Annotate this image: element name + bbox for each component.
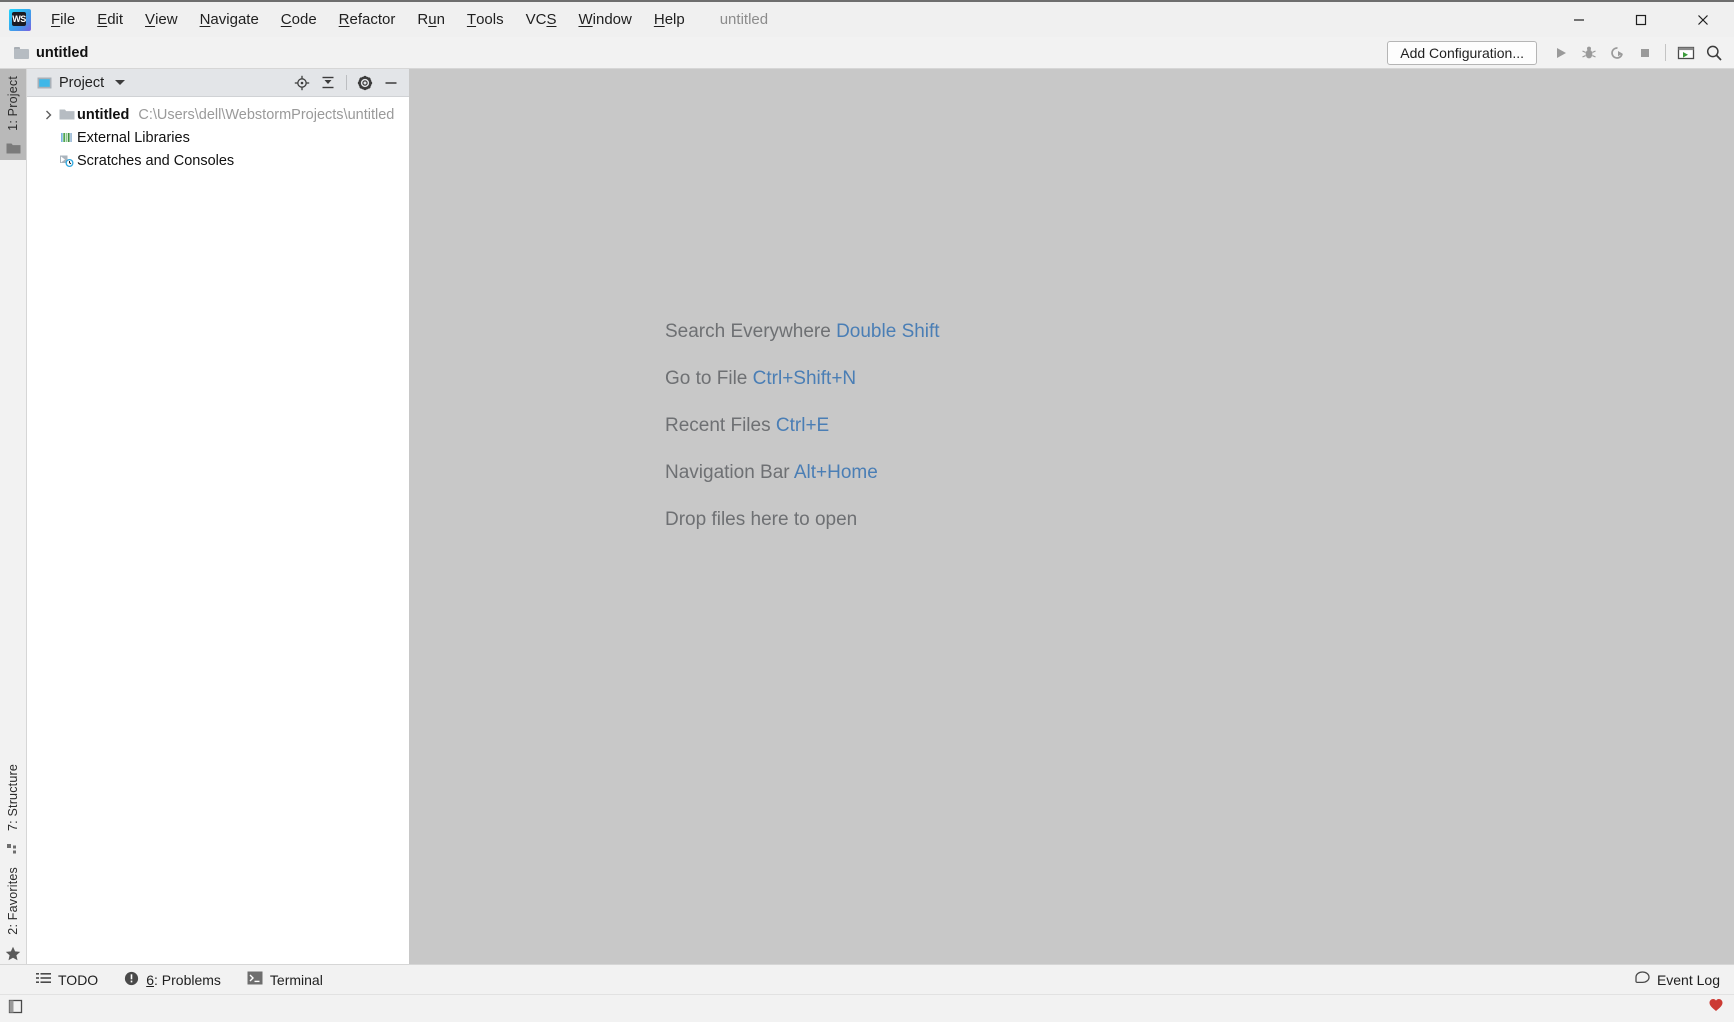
terminal-icon [247,971,263,988]
close-button[interactable] [1672,2,1734,37]
open-console-button[interactable] [1672,40,1700,66]
event-log-label: Event Log [1656,971,1720,988]
select-opened-file-icon[interactable] [290,72,314,94]
tree-item-label: Scratches and Consoles [77,152,235,169]
project-panel-header: Project [27,69,409,97]
hide-panel-icon[interactable] [379,72,403,94]
tree-item-label: untitled [77,106,130,123]
left-strip-spacer [0,160,26,757]
menu-item-view[interactable]: View [134,2,189,37]
sidebar-tab-structure-label: 7: Structure [6,764,20,832]
status-item-todo[interactable]: TODO [36,972,98,988]
run-button[interactable] [1547,40,1575,66]
project-panel-title: Project [59,74,105,91]
menu-item-tools[interactable]: Tools [456,2,515,37]
debug-button[interactable] [1575,40,1603,66]
sidebar-tab-project-label: 1: Project [6,76,20,131]
bottom-tool-strip [0,994,1734,1022]
structure-icon [6,838,20,860]
status-bar: TODO 6: Problems Terminal Event Log [0,964,1734,994]
sidebar-tab-project[interactable]: 1: Project [0,69,26,160]
libraries-icon [57,131,77,144]
project-icon [37,77,52,88]
menu-item-run[interactable]: Run [406,2,456,37]
status-item-terminal[interactable]: Terminal [247,971,323,988]
collapse-all-icon[interactable] [316,72,340,94]
run-toolbar: Add Configuration... [1387,37,1728,68]
status-item-problems-label: 6: Problems [146,972,221,988]
left-tool-strip: 1: Project 7: Structure 2: Favorites [0,69,27,964]
menu-item-code[interactable]: Code [270,2,328,37]
minimize-button[interactable] [1548,2,1610,37]
project-tree: untitled C:\Users\dell\WebstormProjects\… [27,97,409,964]
status-item-problems[interactable]: 6: Problems [124,971,221,989]
webstorm-window: WS File Edit View Navigate Code Refactor Ru n To… [0,0,1734,1022]
hint-search-everywhere: Search Everywhere Double Shift [665,321,940,342]
sidebar-tab-structure[interactable]: 7: Structure [0,757,26,860]
tree-item-label: External Libraries [77,129,190,146]
add-configuration-button[interactable]: Add Configuration... [1387,40,1537,65]
window-title: untitled [719,11,769,28]
scratches-icon [57,154,77,168]
problems-hotkey: 6 [146,971,154,988]
star-icon [5,942,21,964]
problems-icon [124,971,139,989]
project-panel-actions [290,72,403,94]
breadcrumb-label: untitled [36,44,89,61]
project-panel: Project untitled C:\Users\dell\WebstormP… [27,69,410,964]
problems-label-rest: : Problems [154,971,221,988]
editor-empty-area[interactable]: Search Everywhere Double Shift Go to File… [410,69,1734,964]
tree-item-external-libraries[interactable]: External Libraries [27,126,409,149]
editor-hints: Search Everywhere Double Shift Go to File… [665,321,940,531]
tree-item-project-root[interactable]: untitled C:\Users\dell\WebstormProjects\… [27,103,409,126]
menu-item-refactor[interactable]: Refactor [328,2,407,37]
folder-icon [57,108,77,121]
event-log-icon [1635,971,1650,988]
menu-item-help[interactable]: Help [643,2,696,37]
hint-drop-files: Drop files here to open [665,509,858,530]
maximize-button[interactable] [1610,2,1672,37]
tree-item-scratches-and-consoles[interactable]: Scratches and Consoles [27,149,409,172]
notification-badge-icon[interactable] [1708,997,1724,1013]
sidebar-tab-favorites-label: 2: Favorites [6,867,20,935]
menu-item-navigate[interactable]: Navigate [189,2,270,37]
window-controls [1548,2,1734,37]
folder-icon [6,138,21,160]
navigation-bar: untitled Add Configuration... [0,37,1734,69]
event-log-button[interactable]: Event Log [1635,971,1720,988]
menu-item-window[interactable]: Window [567,2,642,37]
sidebar-tab-favorites[interactable]: 2: Favorites [0,860,26,964]
menu-item-vcs[interactable]: VC S [515,2,568,37]
folder-icon [14,46,29,59]
todo-list-icon [36,972,51,988]
status-item-terminal-label: Terminal [269,971,323,988]
stop-button[interactable] [1631,40,1659,66]
toolbar-separator [1665,44,1666,61]
settings-gear-icon[interactable] [353,72,377,94]
menu-item-edit[interactable]: Edit [86,2,134,37]
hint-navigation-bar: Navigation Bar Alt+Home [665,462,878,483]
webstorm-logo-icon: WS [9,8,31,31]
status-item-todo-label: TODO [58,971,99,988]
tree-item-path: C:\Users\dell\WebstormProjects\untitled [138,106,395,123]
title-bar: WS File Edit View Navigate Code Refactor Ru n To… [0,0,1734,37]
run-with-coverage-button[interactable] [1603,40,1631,66]
menu-item-file[interactable]: File [40,2,86,37]
breadcrumb[interactable]: untitled [0,45,88,61]
hint-go-to-file: Go to File Ctrl+Shift+N [665,368,857,389]
chevron-down-icon[interactable] [115,80,126,85]
project-panel-title-group[interactable]: Project [37,74,126,91]
toggle-tool-windows-icon[interactable] [8,999,23,1019]
main-menu: File Edit View Navigate Code Refactor Ru n Tools… [40,2,696,37]
panel-separator [346,75,347,90]
main-body: 1: Project 7: Structure 2: Favorites Pro… [0,69,1734,964]
hint-recent-files: Recent Files Ctrl+E [665,415,830,436]
chevron-right-icon[interactable] [39,109,57,121]
search-everywhere-button[interactable] [1700,40,1728,66]
